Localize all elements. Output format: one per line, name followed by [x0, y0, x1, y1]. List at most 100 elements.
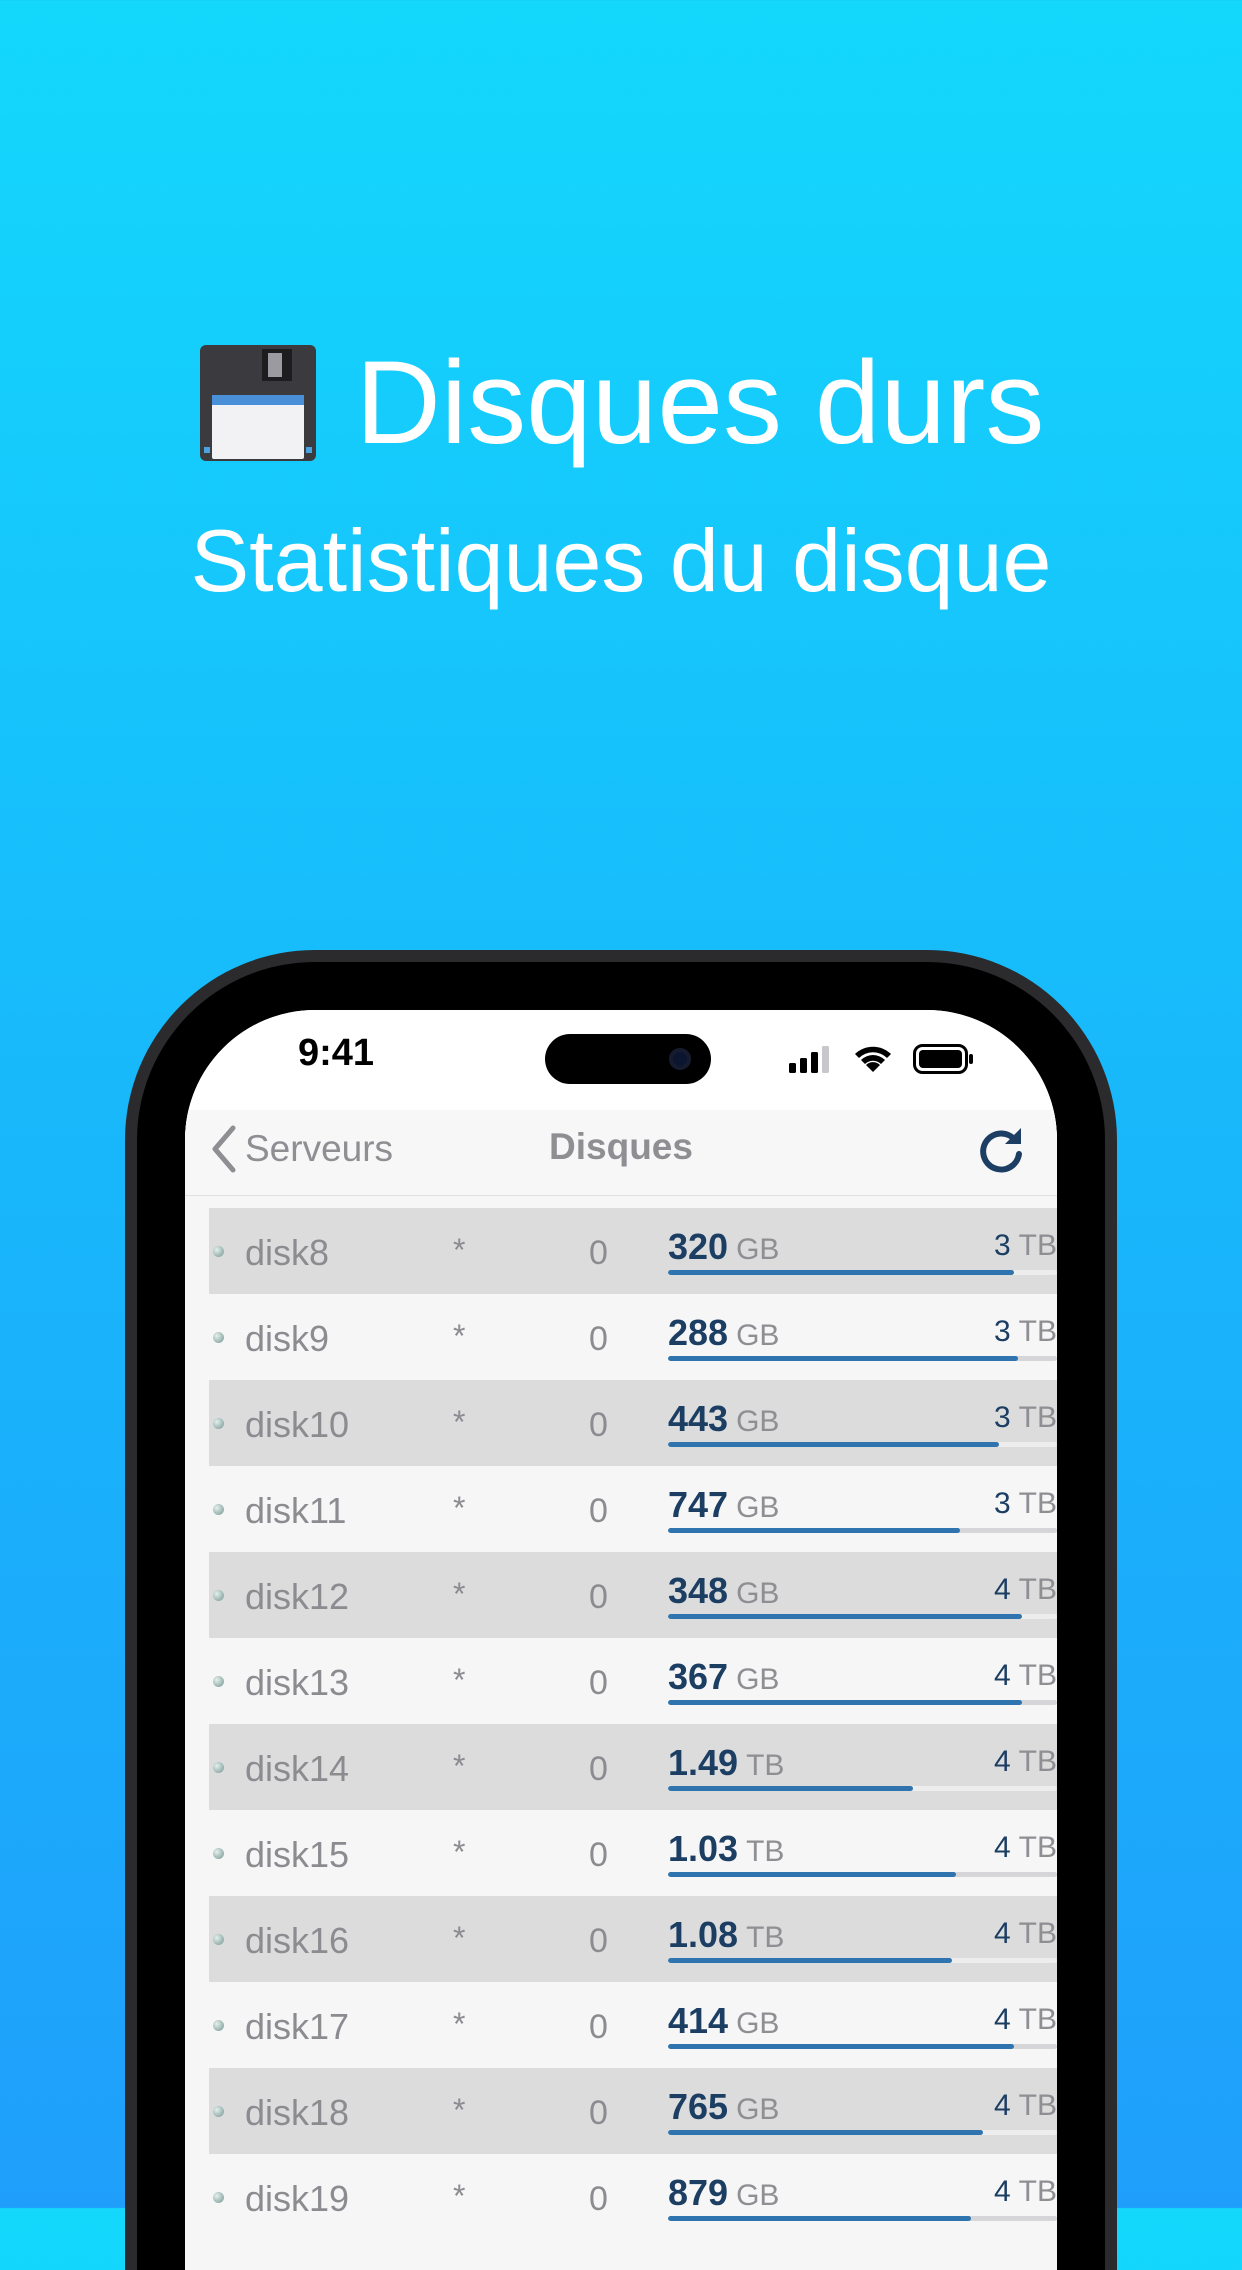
disk-count: 0 [589, 2008, 608, 2046]
status-icons [789, 1044, 975, 1074]
status-dot-icon [213, 1504, 224, 1515]
usage-bar-fill [668, 1700, 1022, 1705]
total-unit: TB [1018, 1745, 1057, 1778]
phone-frame: 9:41 Serveurs Disques disk8 * 0 320 GB 3… [125, 950, 1117, 2270]
disk-row[interactable]: disk18 * 0 765 GB 4 TB [209, 2068, 1057, 2154]
total-unit: TB [1018, 2175, 1057, 2208]
used-value: 1.08 [668, 1914, 739, 1955]
used-value: 1.03 [668, 1828, 739, 1869]
disk-total: 3 TB [994, 1487, 1057, 1521]
wifi-icon [855, 1046, 891, 1072]
used-unit: GB [736, 1491, 780, 1524]
usage-bar-fill [668, 1872, 956, 1877]
disk-count: 0 [589, 2094, 608, 2132]
usage-bar [668, 1528, 1057, 1533]
disk-total: 4 TB [994, 2003, 1057, 2037]
status-dot-icon [213, 1762, 224, 1773]
used-unit: GB [736, 1577, 780, 1610]
total-value: 4 [993, 1659, 1011, 1692]
disk-row[interactable]: disk11 * 0 747 GB 3 TB [209, 1466, 1057, 1552]
used-value: 367 [668, 1656, 729, 1697]
disk-total: 4 TB [994, 1659, 1057, 1693]
disk-total: 4 TB [994, 1745, 1057, 1779]
disk-used: 1.03 TB [668, 1828, 784, 1870]
disk-row[interactable]: disk17 * 0 414 GB 4 TB [209, 1982, 1057, 2068]
status-time: 9:41 [298, 1032, 375, 1074]
used-value: 747 [668, 1484, 729, 1525]
disk-used: 443 GB [668, 1398, 779, 1440]
floppy-disk-icon [199, 345, 316, 461]
disk-count: 0 [589, 1406, 608, 1444]
total-value: 4 [993, 1573, 1011, 1606]
usage-bar [668, 1614, 1057, 1619]
disk-used: 414 GB [668, 2000, 779, 2042]
used-unit: GB [736, 2179, 780, 2212]
disk-row[interactable]: disk16 * 0 1.08 TB 4 TB [209, 1896, 1057, 1982]
total-unit: TB [1018, 1315, 1057, 1348]
disk-total: 3 TB [994, 1315, 1057, 1349]
cellular-signal-icon [789, 1046, 829, 1073]
used-unit: GB [736, 2093, 780, 2126]
total-value: 4 [993, 2175, 1011, 2208]
disk-count: 0 [589, 1664, 608, 1702]
total-value: 3 [993, 1401, 1011, 1434]
used-value: 879 [668, 2172, 729, 2213]
hero-title: Disques durs [0, 335, 1242, 471]
status-dot-icon [213, 1418, 224, 1429]
disk-name: disk16 [245, 1920, 350, 1961]
total-value: 3 [993, 1487, 1011, 1520]
disk-count: 0 [589, 1492, 608, 1530]
total-value: 4 [993, 1745, 1011, 1778]
refresh-icon [980, 1128, 1022, 1173]
disk-total: 4 TB [994, 1831, 1057, 1865]
total-unit: TB [1018, 1831, 1057, 1864]
refresh-button[interactable] [975, 1122, 1027, 1183]
navigation-bar: Serveurs Disques [185, 1110, 1057, 1196]
disk-name: disk19 [245, 2178, 350, 2219]
disk-row[interactable]: disk10 * 0 443 GB 3 TB [209, 1380, 1057, 1466]
used-unit: GB [736, 1663, 780, 1696]
usage-bar [668, 1700, 1057, 1705]
disk-row[interactable]: disk8 * 0 320 GB 3 TB [209, 1208, 1057, 1294]
disk-flag: * [453, 2092, 466, 2128]
disk-used: 288 GB [668, 1312, 779, 1354]
usage-bar [668, 2216, 1057, 2221]
used-value: 765 [668, 2086, 729, 2127]
total-value: 4 [993, 2003, 1011, 2036]
total-value: 4 [993, 1831, 1011, 1864]
disk-row[interactable]: disk9 * 0 288 GB 3 TB [209, 1294, 1057, 1380]
used-value: 320 [668, 1226, 729, 1267]
disk-used: 1.49 TB [668, 1742, 784, 1784]
usage-bar [668, 1872, 1057, 1877]
back-label: Serveurs [245, 1128, 394, 1169]
disk-name: disk15 [245, 1834, 350, 1875]
total-unit: TB [1018, 1659, 1057, 1692]
usage-bar [668, 1270, 1057, 1275]
disk-name: disk10 [245, 1404, 350, 1445]
disk-count: 0 [589, 1836, 608, 1874]
battery-icon [913, 1044, 973, 1074]
disk-row[interactable]: disk14 * 0 1.49 TB 4 TB [209, 1724, 1057, 1810]
disk-flag: * [453, 1490, 466, 1526]
disk-row[interactable]: disk13 * 0 367 GB 4 TB [209, 1638, 1057, 1724]
usage-bar [668, 1442, 1057, 1447]
usage-bar [668, 2044, 1057, 2049]
disk-count: 0 [589, 1234, 608, 1272]
disk-row[interactable]: disk15 * 0 1.03 TB 4 TB [209, 1810, 1057, 1896]
disk-name: disk14 [245, 1748, 350, 1789]
used-unit: GB [736, 1405, 780, 1438]
disk-list: disk8 * 0 320 GB 3 TB disk9 * 0 288 GB 3 TB … [209, 1208, 1057, 2240]
disk-name: disk17 [245, 2006, 350, 2047]
disk-name: disk18 [245, 2092, 350, 2133]
disk-name: disk12 [245, 1576, 350, 1617]
usage-bar-fill [668, 1442, 999, 1447]
used-value: 288 [668, 1312, 729, 1353]
disk-row[interactable]: disk19 * 0 879 GB 4 TB [209, 2154, 1057, 2240]
used-unit: TB [746, 1921, 785, 1954]
back-button[interactable]: Serveurs [209, 1124, 393, 1174]
usage-bar-fill [668, 1786, 914, 1791]
disk-row[interactable]: disk12 * 0 348 GB 4 TB [209, 1552, 1057, 1638]
disk-name: disk8 [245, 1232, 330, 1273]
total-unit: TB [1018, 1573, 1057, 1606]
disk-used: 747 GB [668, 1484, 779, 1526]
